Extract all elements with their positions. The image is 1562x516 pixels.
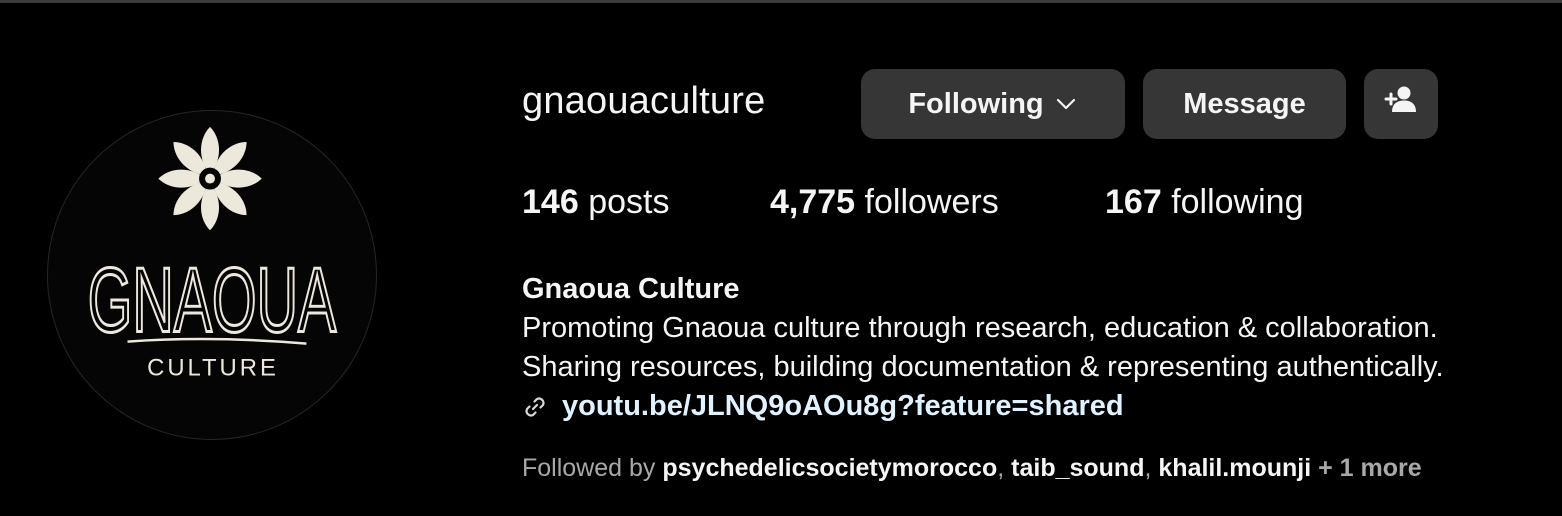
followed-by-prefix: Followed by xyxy=(522,454,663,482)
followed-by-separator: , xyxy=(997,454,1012,482)
posts-stat: 146 posts xyxy=(522,183,669,222)
followed-by-user[interactable]: psychedelicsocietymorocco xyxy=(662,454,997,482)
bio-line-2: Sharing resources, building documentatio… xyxy=(522,351,1444,383)
profile-full-name: Gnaoua Culture xyxy=(522,273,740,305)
profile-bio: Gnaoua Culture Promoting Gnaoua culture … xyxy=(522,270,1444,426)
following-button[interactable]: Following xyxy=(861,69,1125,139)
chevron-down-icon xyxy=(1054,92,1078,116)
avatar-logo-subtext: CULTURE xyxy=(147,354,279,381)
posts-label: posts xyxy=(588,183,670,221)
followed-by[interactable]: Followed by psychedelicsocietymorocco, t… xyxy=(522,454,1422,483)
flower-logo xyxy=(158,126,262,231)
following-label: following xyxy=(1171,183,1304,221)
posts-count: 146 xyxy=(522,183,579,221)
message-button-label: Message xyxy=(1183,87,1306,120)
bio-link-text: youtu.be/JLNQ9oAOu8g?feature=shared xyxy=(562,390,1124,422)
followed-by-separator: , xyxy=(1144,454,1159,482)
following-button-label: Following xyxy=(908,87,1044,120)
followed-by-more[interactable]: + 1 more xyxy=(1311,454,1422,482)
message-button[interactable]: Message xyxy=(1143,69,1346,139)
bio-line-1: Promoting Gnaoua culture through researc… xyxy=(522,312,1438,344)
top-divider xyxy=(0,0,1562,3)
add-user-button[interactable] xyxy=(1364,69,1438,139)
bio-link[interactable]: youtu.be/JLNQ9oAOu8g?feature=shared xyxy=(522,387,1444,426)
followed-by-user[interactable]: khalil.mounji xyxy=(1158,454,1311,482)
followed-by-user[interactable]: taib_sound xyxy=(1011,454,1144,482)
profile-avatar[interactable]: GNAOUA CULTURE xyxy=(47,110,377,440)
profile-username: gnaouaculture xyxy=(522,80,766,122)
add-user-icon xyxy=(1383,82,1419,126)
followers-label: followers xyxy=(864,183,999,221)
avatar-logo-text: GNAOUA xyxy=(88,250,336,352)
following-stat[interactable]: 167 following xyxy=(1105,183,1304,222)
followers-count: 4,775 xyxy=(770,183,856,221)
link-icon xyxy=(522,394,548,420)
followers-stat[interactable]: 4,775 followers xyxy=(770,183,999,222)
following-count: 167 xyxy=(1105,183,1162,221)
